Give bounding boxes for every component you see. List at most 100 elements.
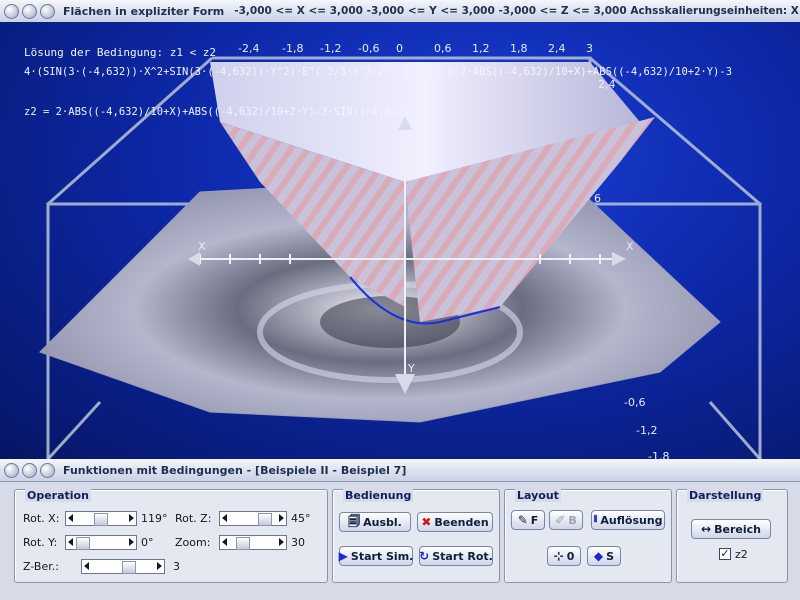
tick-label: 2,4	[548, 42, 566, 55]
rotz-label: Rot. Z:	[175, 512, 212, 525]
beenden-label: Beenden	[434, 515, 489, 529]
brush-icon: ✐	[555, 513, 566, 527]
roty-value: 0°	[141, 536, 154, 549]
ausbl-button[interactable]: 🗐 Ausbl.	[339, 512, 411, 532]
top-window-title: Flächen in expliziter Form	[63, 4, 225, 18]
fill-button[interactable]: ✎ F	[511, 510, 545, 530]
start-rot-button[interactable]: ↻ Start Rot.	[419, 546, 493, 566]
rotx-slider[interactable]	[65, 511, 137, 526]
darstellung-panel: Darstellung ↔ Bereich ✓ z2	[676, 489, 788, 583]
window-minimize-icon[interactable]	[22, 3, 37, 19]
window-maximize-icon[interactable]	[40, 462, 55, 478]
window-minimize-icon[interactable]	[22, 462, 37, 478]
darstellung-title: Darstellung	[687, 489, 764, 502]
rotx-value: 119°	[141, 512, 168, 525]
rotate-icon: ↻	[419, 549, 430, 563]
arrow-right-icon[interactable]	[279, 538, 284, 546]
window-maximize-icon[interactable]	[40, 3, 55, 19]
zber-slider[interactable]	[81, 559, 165, 574]
z2-checkbox[interactable]: ✓	[719, 548, 731, 560]
zber-value: 3	[173, 560, 180, 573]
eraser-icon: 🗐	[348, 513, 361, 528]
origin-label: 0	[566, 549, 575, 563]
origin-button[interactable]: ⊹ 0	[547, 546, 581, 566]
tick-label: 0	[396, 42, 403, 55]
b-label: B	[568, 513, 577, 527]
roty-slider[interactable]	[65, 535, 137, 550]
arrow-left-icon[interactable]	[68, 514, 73, 522]
rotz-slider[interactable]	[219, 511, 287, 526]
tick-label: 1,2	[472, 42, 490, 55]
roty-label: Rot. Y:	[23, 536, 58, 549]
arrow-left-icon[interactable]	[222, 514, 227, 522]
top-window-titlebar: Flächen in expliziter Form -3,000 <= X <…	[0, 0, 800, 23]
arrow-right-icon[interactable]	[129, 514, 134, 522]
fill-label: F	[530, 513, 539, 527]
tick-label: -0,6	[358, 42, 380, 55]
slider-thumb[interactable]	[76, 537, 90, 550]
top-window-range-info: -3,000 <= X <= 3,000 -3,000 <= Y <= 3,00…	[234, 5, 800, 17]
slider-thumb[interactable]	[94, 513, 108, 526]
operation-panel: Operation Rot. X: 119° Rot. Z: 45° Rot. …	[14, 489, 328, 583]
arrow-left-icon[interactable]	[84, 562, 89, 570]
z2-label: z2	[735, 548, 748, 561]
range-icon: ↔	[701, 522, 712, 536]
start-sim-button[interactable]: ▶ Start Sim.	[339, 546, 413, 566]
z-tick-label: -1,2	[636, 424, 658, 437]
layout-title: Layout	[515, 489, 561, 502]
surface-plot	[39, 56, 762, 459]
tick-label: 3	[586, 42, 593, 55]
aufloesung-button[interactable]: ⦀ Auflösung	[591, 510, 665, 530]
beenden-button[interactable]: ✖ Beenden	[417, 512, 493, 532]
b-button[interactable]: ✐ B	[549, 510, 583, 530]
z-tick-label: -1,8	[648, 450, 670, 459]
zoom-value: 30	[291, 536, 305, 549]
z-tick-label: -0,6	[624, 396, 646, 409]
tick-label: 0,6	[434, 42, 452, 55]
ausbl-label: Ausbl.	[363, 515, 402, 529]
arrow-left-icon[interactable]	[222, 538, 227, 546]
shape-icon: ◆	[593, 549, 604, 563]
start-sim-label: Start Sim.	[350, 549, 414, 563]
close-icon: ✖	[421, 515, 432, 529]
z-tick-label: 2,4	[598, 78, 616, 91]
control-window: Funktionen mit Bedingungen - [Beispiele …	[0, 459, 800, 600]
arrow-right-icon[interactable]	[129, 538, 134, 546]
bereich-label: Bereich	[714, 522, 761, 536]
slider-thumb[interactable]	[258, 513, 272, 526]
window-menu-icon[interactable]	[4, 3, 19, 19]
zber-label: Z-Ber.:	[23, 560, 59, 573]
slider-thumb[interactable]	[122, 561, 136, 574]
grid-icon: ⦀	[593, 515, 598, 525]
paint-bucket-icon: ✎	[517, 513, 528, 527]
arrow-right-icon[interactable]	[279, 514, 284, 522]
aufloesung-label: Auflösung	[600, 513, 663, 527]
z2-formula: z2 = 2·ABS((-4,632)/10+X)+ABS((-4,632)/1…	[24, 106, 416, 118]
solution-label: Lösung der Bedingung: z1 < z2	[24, 46, 217, 59]
zoom-label: Zoom:	[175, 536, 211, 549]
bedienung-title: Bedienung	[343, 489, 414, 502]
bereich-button[interactable]: ↔ Bereich	[691, 519, 771, 539]
arrow-left-icon[interactable]	[68, 538, 73, 546]
slider-thumb[interactable]	[236, 537, 250, 550]
bedienung-panel: Bedienung 🗐 Ausbl. ✖ Beenden ▶ Start Sim…	[332, 489, 500, 583]
condition-formula: 4·(SIN(3·(-4,632))·X^2+SIN(3·(-4,632))·Y…	[24, 66, 733, 78]
rotz-value: 45°	[291, 512, 311, 525]
side-tick-label: 6	[594, 192, 601, 205]
control-window-title: Funktionen mit Bedingungen - [Beispiele …	[63, 463, 407, 477]
rotx-label: Rot. X:	[23, 512, 60, 525]
plot-canvas[interactable]: Lösung der Bedingung: z1 < z2 4·(SIN(3·(…	[0, 22, 800, 459]
tick-label: -1,2	[320, 42, 342, 55]
window-menu-icon[interactable]	[4, 462, 19, 478]
s-label: S	[606, 549, 615, 563]
arrow-right-icon[interactable]	[157, 562, 162, 570]
tick-label: -2,4	[238, 42, 260, 55]
y-axis-label: Y	[408, 362, 415, 375]
layout-panel: Layout ✎ F ✐ B ⦀ Auflösung ⊹ 0 ◆ S	[504, 489, 672, 583]
x-axis-label-right: X	[626, 240, 634, 253]
control-window-titlebar: Funktionen mit Bedingungen - [Beispiele …	[0, 459, 800, 482]
zoom-slider[interactable]	[219, 535, 287, 550]
s-button[interactable]: ◆ S	[587, 546, 621, 566]
x-axis-label-left: X	[198, 240, 206, 253]
operation-title: Operation	[25, 489, 91, 502]
